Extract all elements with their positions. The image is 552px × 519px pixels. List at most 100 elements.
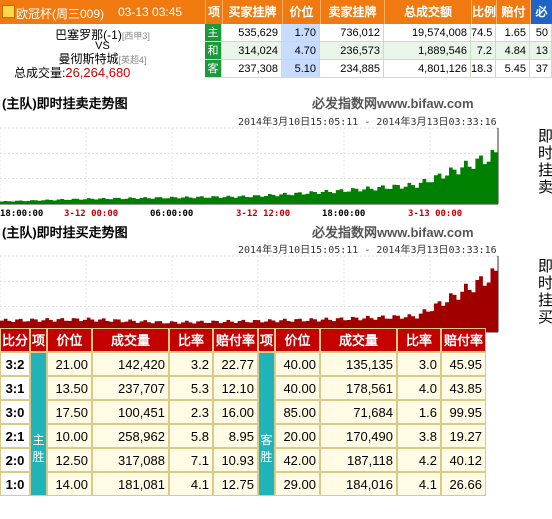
table-cell-h_ratio: 3.2: [169, 352, 213, 376]
score-cell: 1:0: [0, 472, 30, 496]
table-cell-a_payout: 43.85: [441, 376, 486, 400]
odds-cell-ratio: 74.5: [471, 24, 496, 42]
chart1-x-tick: 06:00:00: [150, 209, 193, 218]
table-cell-h_ratio: 4.1: [169, 472, 213, 496]
table-cell-h_vol: 100,451: [92, 400, 169, 424]
chart2-side-label: 即时挂买: [536, 258, 552, 326]
table-cell-h_vol: 258,962: [92, 424, 169, 448]
table-cell-h_vol: 142,420: [92, 352, 169, 376]
table-cell-h_payout: 12.10: [213, 376, 258, 400]
chart2-watermark: 必发指数网www.bifaw.com: [312, 225, 474, 240]
table-cell-h_ratio: 2.3: [169, 400, 213, 424]
chart1-x-tick: 18:00:00: [0, 209, 43, 218]
odds-cell-sell: 234,885: [320, 60, 384, 78]
chart1-x-tick: 3-12 00:00: [64, 209, 118, 218]
col-header-item: 项: [205, 0, 222, 24]
odds-cell-index: 13: [530, 42, 552, 60]
table-cell-h_price: 10.00: [47, 424, 92, 448]
total-volume-value: 26,264,680: [65, 65, 131, 80]
table-cell-a_payout: 45.95: [441, 352, 486, 376]
table-cell-a_price: 42.00: [275, 448, 320, 472]
table-cell-h_price: 14.00: [47, 472, 92, 496]
chart1-x-tick: 3-13 00:00: [408, 209, 462, 218]
table-header-cell: 比率: [397, 328, 441, 352]
match-info: 巴塞罗那(-1)[西甲3] VS 曼彻斯特城[英超4] 总成交量:26,264,…: [0, 24, 205, 80]
odds-row: 主 535,629 1.70 736,012 19,574,008 74.5 1.65 50: [205, 24, 552, 42]
table-cell-h_price: 21.00: [47, 352, 92, 376]
score-cell: 2:0: [0, 448, 30, 472]
odds-cell-ratio: 7.2: [471, 42, 496, 60]
odds-cell-buy: 237,308: [222, 60, 282, 78]
odds-cell-index: 37: [530, 60, 552, 78]
odds-cell-total: 19,574,008: [384, 24, 471, 42]
table-cell-a_payout: 26.66: [441, 472, 486, 496]
table-header-cell: 赔付率: [441, 328, 486, 352]
match-datetime: 03-13 03:45: [118, 5, 183, 19]
table-cell-h_ratio: 5.3: [169, 376, 213, 400]
odds-cell-ratio: 18.3: [471, 60, 496, 78]
odds-cell-price: 1.70: [282, 24, 320, 42]
table-cell-a_vol: 71,684: [320, 400, 397, 424]
table-cell-a_vol: 135,135: [320, 352, 397, 376]
table-cell-a_ratio: 3.8: [397, 424, 441, 448]
odds-cell-sell: 736,012: [320, 24, 384, 42]
close-icon[interactable]: [2, 5, 15, 18]
table-cell-a_vol: 184,016: [320, 472, 397, 496]
chart1-x-tick: 3-12 12:00: [236, 209, 290, 218]
odds-cell-total: 1,889,546: [384, 42, 471, 60]
odds-cell-buy: 314,024: [222, 42, 282, 60]
table-cell-h_payout: 8.95: [213, 424, 258, 448]
away-win-label: 客胜: [258, 352, 275, 496]
chart1-plot: 120万80万40万018:00:003-12 00:0006:00:003-1…: [0, 127, 499, 218]
odds-cell-sell: 236,573: [320, 42, 384, 60]
table-header-cell: 成交量: [92, 328, 169, 352]
chart2-title: (主队)即时挂买走势图: [2, 225, 128, 240]
table-cell-h_ratio: 5.8: [169, 424, 213, 448]
table-cell-a_ratio: 1.6: [397, 400, 441, 424]
chart2-series-area: [0, 268, 498, 332]
table-cell-a_price: 40.00: [275, 376, 320, 400]
chart1-watermark: 必发指数网www.bifaw.com: [312, 96, 474, 111]
table-header-cell: 比分: [0, 328, 30, 352]
table-header-cell: 比率: [169, 328, 213, 352]
odds-cell-index: 50: [530, 24, 552, 42]
score-cell: 2:1: [0, 424, 30, 448]
score-cell: 3:0: [0, 400, 30, 424]
odds-cell-price: 4.70: [282, 42, 320, 60]
odds-cell-payout: 1.65: [496, 24, 530, 42]
table-cell-a_price: 40.00: [275, 352, 320, 376]
match-title-bar: 欧冠杯(周三009) 03-13 03:45: [0, 0, 205, 24]
col-header-index: 必指: [530, 0, 552, 24]
score-cell: 3:1: [0, 376, 30, 400]
table-header-cell: 项: [30, 328, 47, 352]
odds-cell-total: 4,801,126: [384, 60, 471, 78]
home-win-label: 主胜: [30, 352, 47, 496]
table-cell-h_vol: 181,081: [92, 472, 169, 496]
chart1-title: (主队)即时挂卖走势图: [2, 96, 128, 111]
table-header-cell: 成交量: [320, 328, 397, 352]
weekday-code: (周三009): [52, 7, 105, 21]
table-cell-a_payout: 40.12: [441, 448, 486, 472]
table-cell-a_price: 85.00: [275, 400, 320, 424]
odds-cell-price: 5.10: [282, 60, 320, 78]
table-cell-h_payout: 22.77: [213, 352, 258, 376]
table-cell-a_payout: 19.27: [441, 424, 486, 448]
odds-cell-payout: 5.45: [496, 60, 530, 78]
col-header-price: 价位: [282, 0, 320, 24]
table-header-cell: 赔付率: [213, 328, 258, 352]
odds-row: 和 314,024 4.70 236,573 1,889,546 7.2 4.84 13: [205, 42, 552, 60]
table-cell-a_ratio: 4.2: [397, 448, 441, 472]
table-cell-a_payout: 99.95: [441, 400, 486, 424]
table-cell-h_price: 17.50: [47, 400, 92, 424]
table-cell-a_vol: 178,561: [320, 376, 397, 400]
table-header-cell: 价位: [47, 328, 92, 352]
col-header-ratio: 比例: [471, 0, 496, 24]
table-cell-h_vol: 317,088: [92, 448, 169, 472]
table-cell-a_ratio: 4.0: [397, 376, 441, 400]
league-name: 欧冠杯: [16, 7, 53, 21]
chart1-side-label: 即时挂卖: [536, 128, 552, 196]
chart1-series-area: [0, 149, 498, 204]
table-cell-h_payout: 12.75: [213, 472, 258, 496]
odds-row: 客 237,308 5.10 234,885 4,801,126 18.3 5.45 37: [205, 60, 552, 78]
total-volume-label: 总成交量:: [14, 66, 66, 80]
